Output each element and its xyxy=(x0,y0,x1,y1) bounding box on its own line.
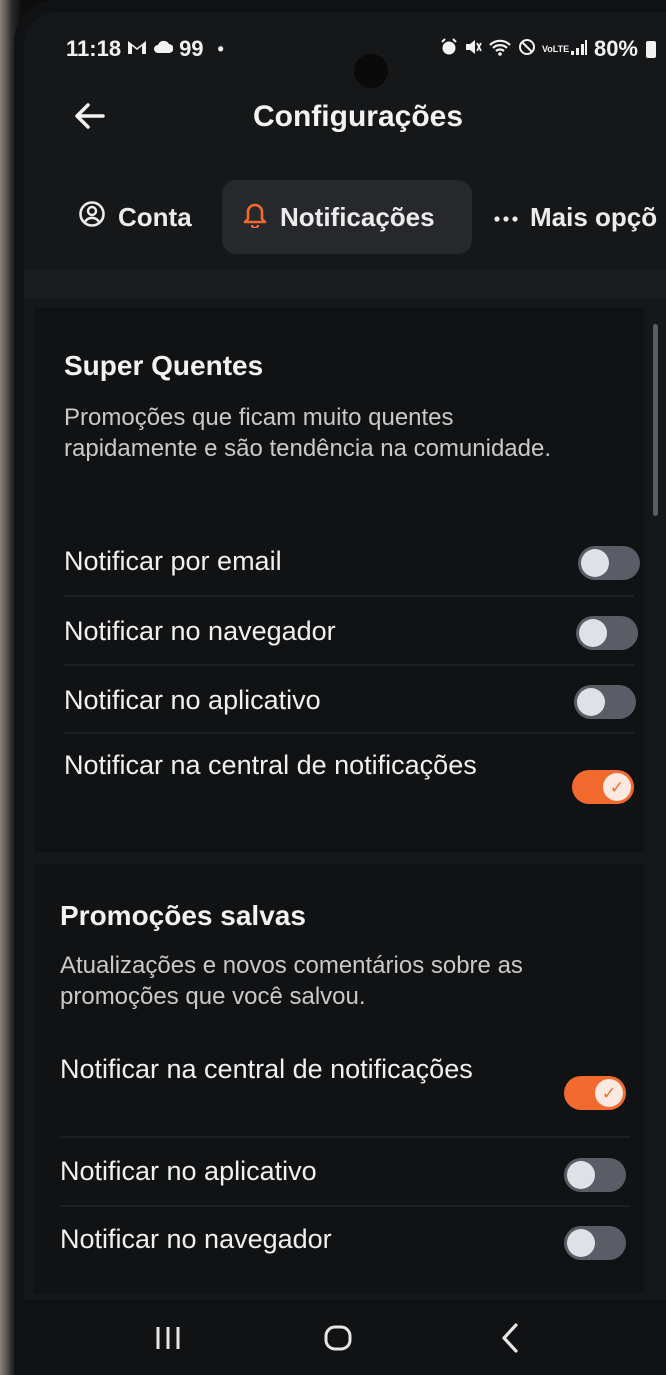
status-bar: 11:18 99 • VoLTE 80% xyxy=(24,32,666,88)
setting-row-navegador: Notificar no navegador xyxy=(64,610,638,654)
row-divider xyxy=(64,595,634,597)
status-dot: • xyxy=(217,38,224,59)
toggle-knob xyxy=(567,1161,595,1189)
row-divider xyxy=(60,1205,630,1207)
home-icon xyxy=(323,1324,353,1357)
system-nav-bar xyxy=(24,1300,666,1375)
setting-label: Notificar no navegador xyxy=(60,1224,332,1254)
do-not-disturb-icon xyxy=(518,36,536,62)
setting-row-email: Notificar por email xyxy=(64,540,640,584)
toggle-aplicativo[interactable] xyxy=(564,1158,626,1192)
phone-frame: 11:18 99 • VoLTE 80% Configurações Conta… xyxy=(14,0,666,1375)
page-title: Configurações xyxy=(252,100,464,133)
section-promocoes-salvas: Promoções salvas Atualizações e novos co… xyxy=(34,864,644,1294)
recent-apps-icon xyxy=(154,1325,182,1356)
scrollbar[interactable] xyxy=(653,324,658,516)
status-bar-left: 11:18 99 • xyxy=(66,36,224,62)
recent-apps-button[interactable] xyxy=(138,1316,198,1364)
check-icon: ✓ xyxy=(601,1083,617,1103)
setting-label: Notificar por email xyxy=(64,546,282,576)
toggle-central[interactable]: ✓ xyxy=(572,770,634,804)
tab-notificacoes-label: Notificações xyxy=(280,201,435,232)
section-title: Promoções salvas xyxy=(60,900,306,931)
tab-mais-opcoes-label: Mais opçõ xyxy=(530,201,658,232)
battery-icon xyxy=(646,40,656,58)
wifi-icon xyxy=(488,36,512,62)
volte-icon: VoLTE xyxy=(541,43,570,54)
system-back-button[interactable] xyxy=(480,1316,540,1364)
settings-tabs: Conta Notificações Mais opçõ xyxy=(24,180,666,256)
row-divider xyxy=(60,1136,630,1138)
tab-conta-label: Conta xyxy=(118,201,192,232)
check-icon: ✓ xyxy=(609,777,625,797)
gmail-icon xyxy=(127,39,147,60)
more-dots-icon xyxy=(494,203,518,231)
bell-icon xyxy=(242,200,268,235)
setting-row-central: Notificar na central de notificações ✓ xyxy=(64,746,634,820)
tab-conta[interactable]: Conta xyxy=(78,180,192,254)
setting-row-central: Notificar na central de notificações ✓ xyxy=(60,1050,626,1124)
row-divider xyxy=(64,664,634,666)
section-title: Super Quentes xyxy=(64,350,264,381)
toggle-email[interactable] xyxy=(578,546,640,580)
status-bar-right: VoLTE 80% xyxy=(440,36,656,62)
toggle-knob xyxy=(567,1229,595,1257)
tab-notificacoes[interactable]: Notificações xyxy=(222,180,472,254)
setting-row-aplicativo: Notificar no aplicativo xyxy=(60,1150,626,1194)
toggle-central[interactable]: ✓ xyxy=(564,1076,626,1110)
app-header: Configurações xyxy=(24,90,666,146)
toggle-knob: ✓ xyxy=(603,773,631,801)
cloud-icon xyxy=(153,39,174,60)
setting-label: Notificar no aplicativo xyxy=(64,685,321,715)
tab-mais-opcoes[interactable]: Mais opçõ xyxy=(494,180,657,254)
section-description: Atualizações e novos comentários sobre a… xyxy=(60,952,523,1010)
account-circle-icon xyxy=(78,200,106,235)
alarm-icon xyxy=(440,36,458,62)
setting-label: Notificar no navegador xyxy=(64,616,336,646)
battery-percentage: 80% xyxy=(593,36,638,61)
setting-label: Notificar na central de notificações xyxy=(64,750,477,780)
setting-label: Notificar no aplicativo xyxy=(60,1156,317,1186)
home-button[interactable] xyxy=(308,1316,368,1364)
toggle-knob xyxy=(579,619,607,647)
toggle-navegador[interactable] xyxy=(576,616,638,650)
setting-label: Notificar na central de notificações xyxy=(60,1054,473,1084)
back-icon xyxy=(499,1322,521,1359)
app-screen: 11:18 99 • VoLTE 80% Configurações Conta… xyxy=(24,12,666,1375)
notification-count: 99 xyxy=(179,36,204,61)
mute-icon xyxy=(464,36,482,62)
section-super-quentes: Super Quentes Promoções que ficam muito … xyxy=(34,308,644,852)
toggle-knob xyxy=(581,549,609,577)
toggle-knob: ✓ xyxy=(595,1079,623,1107)
section-description: Promoções que ficam muito quentes rapida… xyxy=(64,404,552,462)
toggle-aplicativo[interactable] xyxy=(574,685,636,719)
setting-row-aplicativo: Notificar no aplicativo xyxy=(64,679,636,723)
setting-row-navegador: Notificar no navegador xyxy=(60,1218,626,1262)
status-time: 11:18 xyxy=(66,36,122,61)
toggle-knob xyxy=(577,688,605,716)
front-camera xyxy=(354,54,388,88)
row-divider xyxy=(64,732,634,734)
signal-icon xyxy=(570,36,588,62)
section-divider xyxy=(24,270,666,298)
toggle-navegador[interactable] xyxy=(564,1226,626,1260)
